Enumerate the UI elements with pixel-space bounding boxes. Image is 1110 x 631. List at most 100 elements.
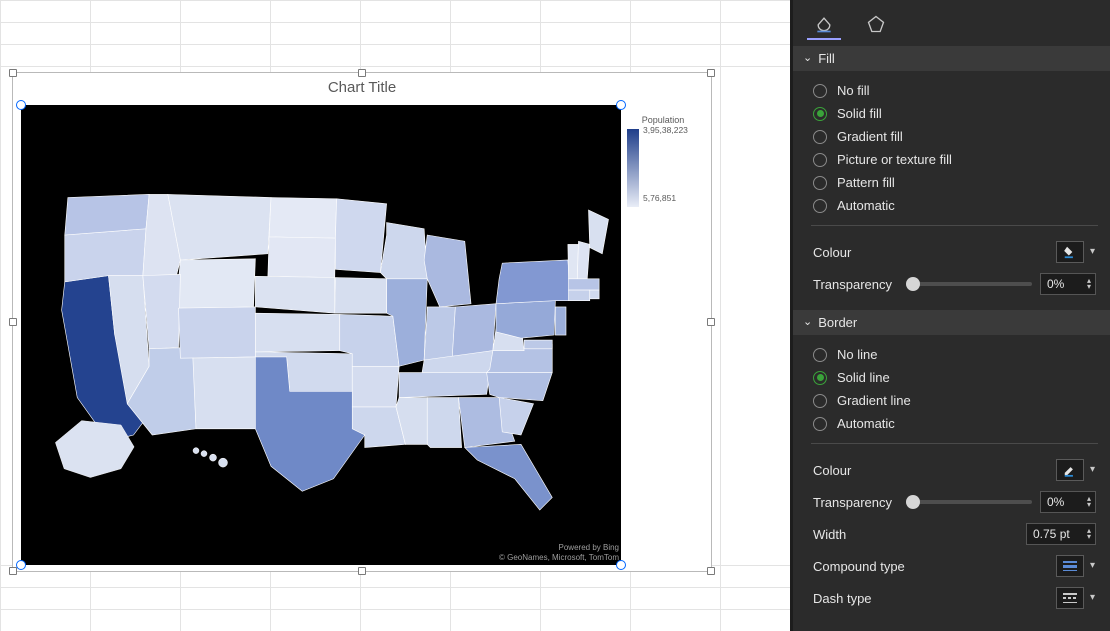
dropdown-caret-icon: ▾ [1090, 464, 1095, 475]
radio-label: Gradient line [837, 393, 911, 408]
radio-no-line[interactable]: No line [811, 343, 1098, 366]
section-fill-title: Fill [818, 51, 835, 66]
state-vt [568, 244, 579, 278]
legend-title: Population [627, 115, 699, 125]
radio-icon [813, 371, 827, 385]
fill-transparency-field[interactable]: 0% ▴▾ [1040, 273, 1096, 295]
state-ks [255, 313, 339, 352]
stepper-icon[interactable]: ▴▾ [1087, 278, 1091, 290]
fill-transparency-value: 0% [1047, 277, 1064, 291]
resize-handle-w[interactable] [9, 318, 17, 326]
radio-icon [813, 199, 827, 213]
legend-gradient [627, 129, 639, 207]
section-fill-header[interactable]: ⌄ Fill [793, 46, 1110, 71]
border-width-field[interactable]: 0.75 pt ▴▾ [1026, 523, 1096, 545]
radio-solid-line[interactable]: Solid line [811, 366, 1098, 389]
resize-handle-e[interactable] [707, 318, 715, 326]
state-mi [424, 235, 471, 307]
state-ar [352, 366, 399, 407]
section-border-title: Border [818, 315, 857, 330]
attribution-line2: © GeoNames, Microsoft, TomTom [499, 553, 619, 563]
state-nj [555, 307, 566, 335]
tab-effects[interactable] [859, 10, 893, 40]
radio-gradient-fill[interactable]: Gradient fill [811, 125, 1098, 148]
border-dash-row: Dash type ▾ [811, 582, 1098, 614]
resize-handle-s[interactable] [358, 567, 366, 575]
divider [811, 225, 1098, 226]
radio-label: Solid fill [837, 106, 882, 121]
state-nd [269, 198, 337, 239]
stepper-icon[interactable]: ▴▾ [1087, 496, 1091, 508]
dropdown-caret-icon: ▾ [1090, 246, 1095, 257]
fill-transparency-label: Transparency [813, 277, 892, 292]
stepper-icon[interactable]: ▴▾ [1087, 528, 1091, 540]
state-sc [499, 398, 533, 436]
resize-handle-ne[interactable] [707, 69, 715, 77]
radio-icon [813, 176, 827, 190]
state-tn [399, 373, 490, 398]
border-transparency-row: Transparency 0% ▴▾ [811, 486, 1098, 518]
section-fill-body: No fill Solid fill Gradient fill Picture… [793, 71, 1110, 310]
tab-fill-and-line[interactable] [807, 10, 841, 40]
fill-colour-label: Colour [813, 245, 851, 260]
fill-colour-picker[interactable]: ▾ [1056, 241, 1084, 263]
radio-icon [813, 84, 827, 98]
radio-automatic-fill[interactable]: Automatic [811, 194, 1098, 217]
border-transparency-slider[interactable] [906, 500, 1032, 504]
border-compound-label: Compound type [813, 559, 905, 574]
radio-label: Gradient fill [837, 129, 903, 144]
radio-picture-fill[interactable]: Picture or texture fill [811, 148, 1098, 171]
radio-icon [813, 107, 827, 121]
state-ut [143, 274, 181, 348]
radio-label: No fill [837, 83, 870, 98]
chevron-down-icon: ⌄ [803, 51, 812, 64]
resize-handle-n[interactable] [358, 69, 366, 77]
radio-label: Solid line [837, 370, 890, 385]
radio-label: Picture or texture fill [837, 152, 952, 167]
radio-pattern-fill[interactable]: Pattern fill [811, 171, 1098, 194]
radio-gradient-line[interactable]: Gradient line [811, 389, 1098, 412]
chart-title[interactable]: Chart Title [13, 73, 711, 100]
spreadsheet-area[interactable]: Chart Title [0, 0, 790, 631]
radio-solid-fill[interactable]: Solid fill [811, 102, 1098, 125]
state-or [65, 229, 146, 282]
dropdown-caret-icon: ▾ [1090, 560, 1095, 571]
fill-colour-row: Colour ▾ [811, 236, 1098, 268]
chevron-down-icon: ⌄ [803, 315, 812, 328]
chart-plot-area[interactable]: Powered by Bing © GeoNames, Microsoft, T… [21, 105, 621, 565]
state-fl [465, 444, 553, 510]
state-co [179, 307, 256, 358]
fill-transparency-slider[interactable] [906, 282, 1032, 286]
section-border-header[interactable]: ⌄ Border [793, 310, 1110, 335]
chart-object[interactable]: Chart Title [12, 72, 712, 572]
chart-legend[interactable]: Population 3,95,38,223 5,76,851 [627, 115, 699, 211]
section-border-body: No line Solid line Gradient line Automat… [793, 335, 1110, 624]
state-sd [268, 237, 336, 278]
radio-label: Automatic [837, 416, 895, 431]
state-al [427, 398, 461, 448]
radio-automatic-line[interactable]: Automatic [811, 412, 1098, 435]
compound-type-picker[interactable]: ▾ [1056, 555, 1084, 577]
state-ct [569, 290, 590, 301]
border-dash-label: Dash type [813, 591, 872, 606]
border-transparency-field[interactable]: 0% ▴▾ [1040, 491, 1096, 513]
radio-icon [813, 348, 827, 362]
format-tab-strip [793, 0, 1110, 46]
dropdown-caret-icon: ▾ [1090, 592, 1095, 603]
border-compound-row: Compound type ▾ [811, 550, 1098, 582]
border-colour-row: Colour ▾ [811, 454, 1098, 486]
radio-no-fill[interactable]: No fill [811, 79, 1098, 102]
resize-handle-se[interactable] [707, 567, 715, 575]
state-ma [569, 279, 600, 290]
resize-handle-sw[interactable] [9, 567, 17, 575]
border-width-value: 0.75 pt [1033, 527, 1070, 541]
legend-max: 3,95,38,223 [643, 125, 688, 135]
attribution-line1: Powered by Bing [499, 543, 619, 553]
border-transparency-value: 0% [1047, 495, 1064, 509]
radio-label: No line [837, 347, 877, 362]
state-ne [255, 276, 334, 313]
state-in [424, 307, 455, 360]
resize-handle-nw[interactable] [9, 69, 17, 77]
dash-type-picker[interactable]: ▾ [1056, 587, 1084, 609]
border-colour-picker[interactable]: ▾ [1056, 459, 1084, 481]
